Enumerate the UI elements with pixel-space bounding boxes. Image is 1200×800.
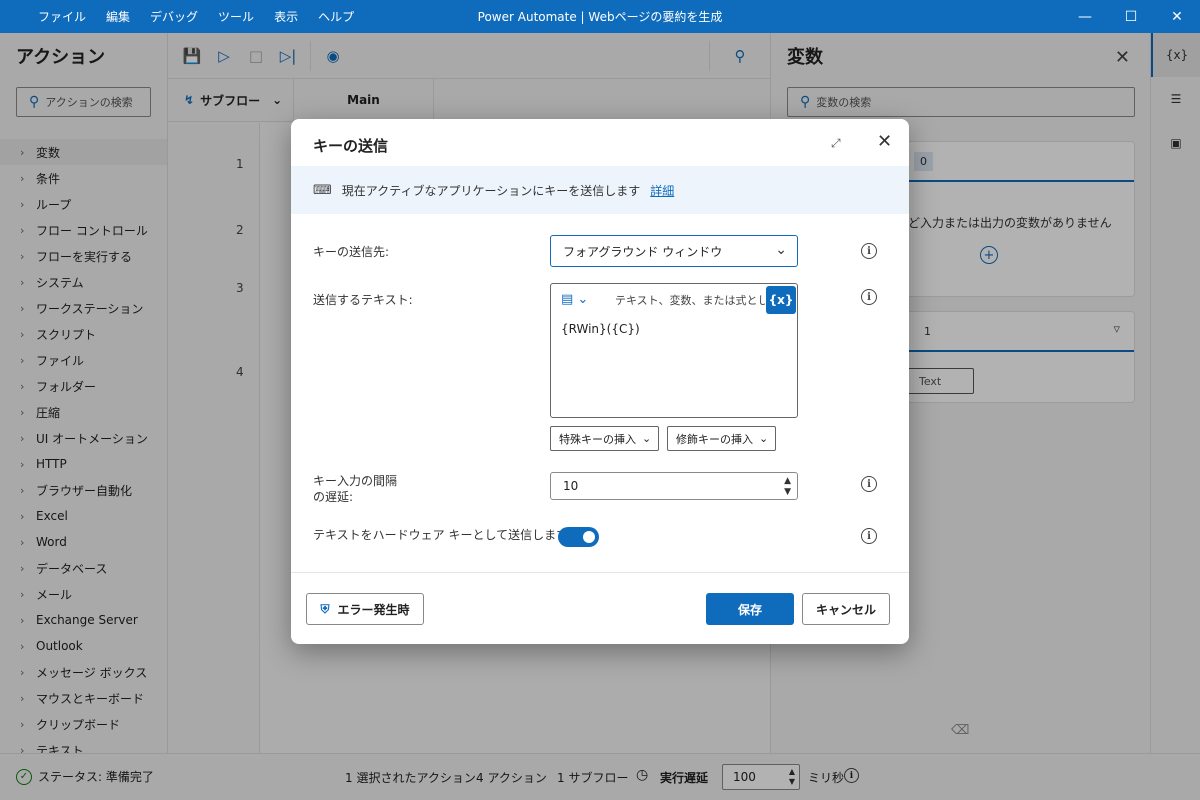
menu-help[interactable]: ヘルプ <box>308 8 364 25</box>
toggle-knob <box>583 531 595 543</box>
footer-divider <box>291 572 909 573</box>
info-icon[interactable]: i <box>861 243 877 259</box>
title-bar: ファイル 編集 デバッグ ツール 表示 ヘルプ Power Automate |… <box>0 0 1200 33</box>
description-text: 現在アクティブなアプリケーションにキーを送信します <box>341 183 641 198</box>
hardware-keys-toggle[interactable] <box>558 527 599 547</box>
key-delay-label: キー入力の間隔 の遅延: <box>313 473 397 505</box>
hardware-keys-label: テキストをハードウェア キーとして送信します: <box>313 528 573 542</box>
dialog-title: キーの送信 <box>313 137 389 155</box>
menu-debug[interactable]: デバッグ <box>140 8 208 25</box>
maximize-icon[interactable]: ☐ <box>1108 0 1154 33</box>
insert-modifier-label: 修飾キーの挿入 <box>676 432 753 446</box>
menu-file[interactable]: ファイル <box>28 8 96 25</box>
key-delay-label-line2: の遅延: <box>313 490 354 504</box>
insert-modifier-key-button[interactable]: 修飾キーの挿入 ⌄ <box>667 426 776 451</box>
menu-view[interactable]: 表示 <box>264 8 308 25</box>
on-error-label: エラー発生時 <box>337 602 410 617</box>
on-error-button[interactable]: ⛨ エラー発生時 <box>306 593 424 625</box>
info-icon[interactable]: i <box>861 289 877 305</box>
shield-icon: ⛨ <box>320 601 330 616</box>
close-window-icon[interactable]: ✕ <box>1154 0 1200 33</box>
insert-special-label: 特殊キーの挿入 <box>559 432 636 446</box>
send-keys-dialog: キーの送信 ⤢ ✕ ⌨ 現在アクティブなアプリケーションにキーを送信します 詳細… <box>291 119 909 644</box>
send-to-select[interactable]: フォアグラウンド ウィンドウ ⌄ <box>550 235 798 267</box>
text-to-send-label: 送信するテキスト: <box>313 293 413 307</box>
menu-tools[interactable]: ツール <box>208 8 264 25</box>
send-to-label: キーの送信先: <box>313 245 390 259</box>
minimize-icon[interactable]: — <box>1062 0 1108 33</box>
info-icon[interactable]: i <box>861 528 877 544</box>
window-controls: — ☐ ✕ <box>1062 0 1200 33</box>
chevron-down-icon: ⌄ <box>642 432 652 445</box>
expand-icon[interactable]: ⤢ <box>831 136 841 151</box>
chevron-down-icon: ⌄ <box>759 432 769 445</box>
text-format-icon[interactable]: ▤ ⌄ <box>561 292 588 307</box>
menu-edit[interactable]: 編集 <box>96 8 140 25</box>
text-value: {RWin}({C}) <box>561 322 640 336</box>
insert-variable-button[interactable]: {x} <box>766 286 796 314</box>
key-delay-value: 10 <box>563 479 579 493</box>
close-icon[interactable]: ✕ <box>877 131 892 152</box>
cancel-button[interactable]: キャンセル <box>802 593 890 625</box>
text-to-send-input[interactable]: ▤ ⌄ テキスト、変数、または式として入力 {RWin}({C}) {x} <box>550 283 798 418</box>
keyboard-icon: ⌨ <box>313 182 332 198</box>
key-delay-input[interactable]: 10 ▲ ▼ <box>550 472 798 500</box>
insert-special-key-button[interactable]: 特殊キーの挿入 ⌄ <box>550 426 659 451</box>
key-delay-label-line1: キー入力の間隔 <box>313 474 398 488</box>
text-placeholder: テキスト、変数、または式として入力 <box>615 294 765 307</box>
menu-bar: ファイル 編集 デバッグ ツール 表示 ヘルプ <box>0 0 364 33</box>
info-icon[interactable]: i <box>861 476 877 492</box>
spinner-icon[interactable]: ▲ ▼ <box>784 476 791 498</box>
details-link[interactable]: 詳細 <box>650 182 674 199</box>
save-button[interactable]: 保存 <box>706 593 794 625</box>
chevron-down-icon: ⌄ <box>775 242 787 258</box>
dialog-description: ⌨ 現在アクティブなアプリケーションにキーを送信します 詳細 <box>291 166 909 214</box>
send-to-value: フォアグラウンド ウィンドウ <box>563 244 723 259</box>
